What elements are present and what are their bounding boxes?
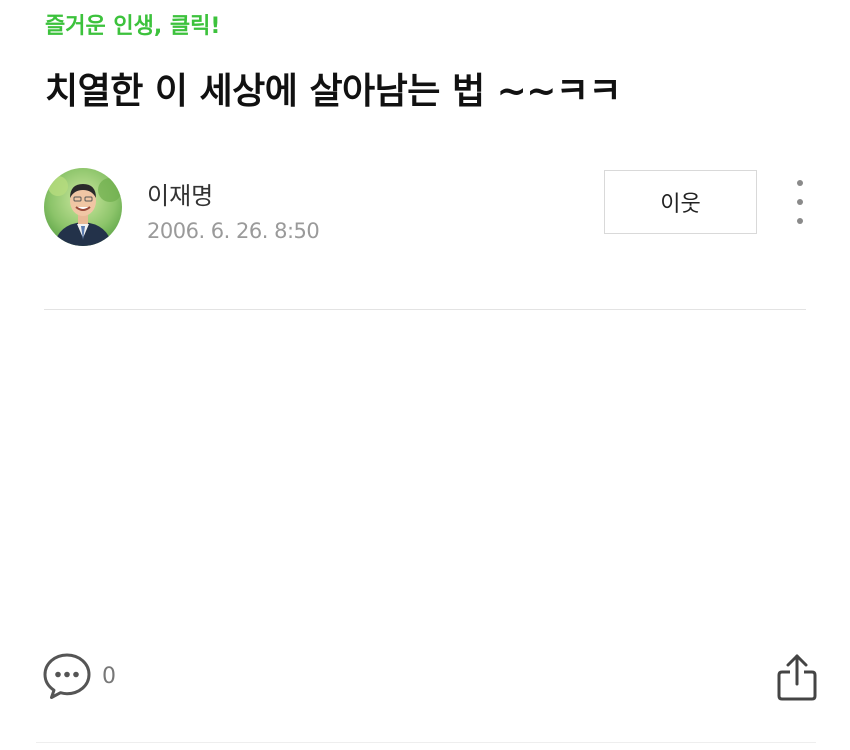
comment-button[interactable] — [42, 652, 92, 700]
post-date: 2006. 6. 26. 8:50 — [147, 219, 320, 243]
vertical-ellipsis-icon — [797, 180, 803, 186]
share-button[interactable] — [776, 652, 818, 702]
avatar[interactable] — [44, 168, 122, 246]
vertical-ellipsis-dot — [797, 199, 803, 205]
comment-count: 0 — [102, 664, 116, 689]
divider — [44, 309, 806, 310]
post-category[interactable]: 즐거운 인생, 클릭! — [45, 8, 220, 40]
person-photo-icon — [44, 168, 122, 246]
speech-bubble-icon — [43, 653, 91, 699]
more-options-button[interactable] — [788, 180, 812, 224]
neighbor-button[interactable]: 이웃 — [604, 170, 757, 234]
post-title: 치열한 이 세상에 살아남는 법 ~~ㅋㅋ — [45, 71, 622, 112]
vertical-ellipsis-dot — [797, 218, 803, 224]
bottom-divider — [36, 742, 816, 743]
share-icon — [777, 654, 817, 701]
neighbor-button-label: 이웃 — [660, 192, 701, 217]
author-name[interactable]: 이재명 — [147, 176, 213, 211]
